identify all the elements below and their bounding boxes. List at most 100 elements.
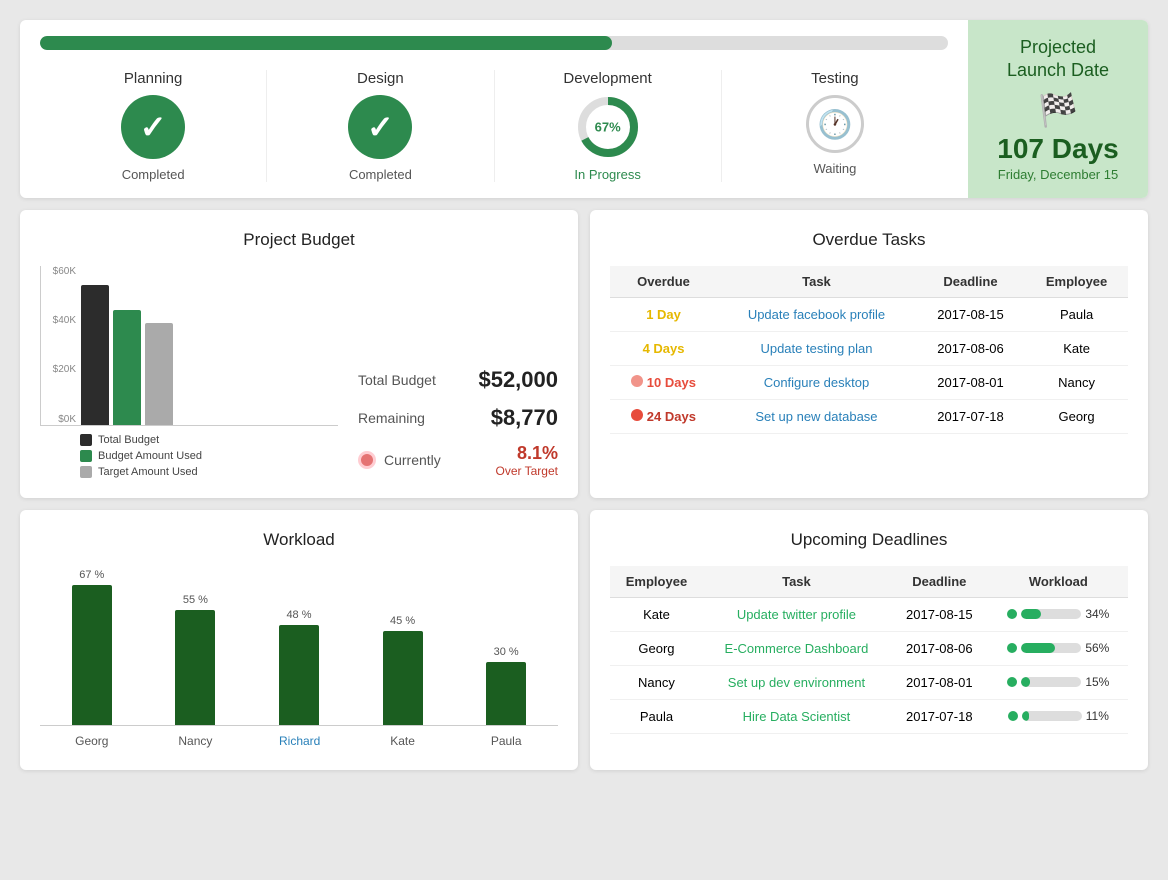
workload-title: Workload <box>40 530 558 550</box>
upcoming-table: Employee Task Deadline Workload Kate Upd… <box>610 566 1128 734</box>
task-col-header: Task <box>703 566 890 598</box>
workload-pct-label: 11% <box>1086 709 1109 723</box>
overdue-task-cell: Update testing plan <box>717 331 916 365</box>
overdue-task-link[interactable]: Update facebook profile <box>748 307 885 322</box>
overdue-days-cell: 4 Days <box>610 331 717 365</box>
workload-bar-name: Kate <box>390 734 415 748</box>
workload-bar-pct: 30 % <box>494 646 519 658</box>
budget-stats: Total Budget $52,000 Remaining $8,770 Cu… <box>358 367 558 478</box>
mini-track <box>1022 711 1082 721</box>
overdue-table-row: 10 Days Configure desktop 2017-08-01 Nan… <box>610 365 1128 399</box>
overdue-employee-cell: Georg <box>1025 399 1128 433</box>
overdue-title: Overdue Tasks <box>610 230 1128 250</box>
currently-label: Currently <box>384 452 441 468</box>
y-label-0k: $0K <box>41 414 76 425</box>
over-target-icon <box>358 451 376 469</box>
workload-pct-label: 56% <box>1085 641 1109 655</box>
workload-bar-group: 55 % <box>175 594 215 725</box>
upcoming-task-link[interactable]: E-Commerce Dashboard <box>725 641 869 656</box>
workload-bar-pct: 45 % <box>390 615 415 627</box>
launch-flag-icon: 🏁 <box>1038 91 1078 129</box>
remaining-value: $8,770 <box>491 405 558 431</box>
phase-planning-title: Planning <box>124 70 182 87</box>
bar-budget-used <box>113 310 141 425</box>
mini-fill <box>1021 643 1055 653</box>
upcoming-task-link[interactable]: Hire Data Scientist <box>743 709 851 724</box>
upcoming-title: Upcoming Deadlines <box>610 530 1128 550</box>
workload-bar-name[interactable]: Richard <box>279 734 320 748</box>
upcoming-table-row: Paula Hire Data Scientist 2017-07-18 11% <box>610 699 1128 733</box>
overdue-days-value: 1 Day <box>646 307 681 322</box>
legend-total: Total Budget <box>80 434 338 446</box>
workload-bar-name: Georg <box>75 734 108 748</box>
overdue-tasks-card: Overdue Tasks Overdue Task Deadline Empl… <box>590 210 1148 498</box>
upcoming-deadline-cell: 2017-08-06 <box>890 631 989 665</box>
mini-dot-icon <box>1007 609 1017 619</box>
budget-title: Project Budget <box>40 230 558 250</box>
overdue-task-cell: Set up new database <box>717 399 916 433</box>
employee-col-header: Employee <box>610 566 703 598</box>
upcoming-workload-cell: 15% <box>989 665 1128 699</box>
total-budget-value: $52,000 <box>478 367 558 393</box>
overdue-employee-cell: Nancy <box>1025 365 1128 399</box>
y-axis-labels: $60K $40K $20K $0K <box>41 266 76 425</box>
mini-dot-icon <box>1007 677 1017 687</box>
workload-bar-fill <box>279 625 319 725</box>
workload-bars: 67 % 55 % 48 % 45 % 30 % <box>40 566 558 726</box>
phase-planning-status: Completed <box>122 167 185 182</box>
overdue-days-value: 10 Days <box>631 375 696 390</box>
legend-target-used: Target Amount Used <box>80 466 338 478</box>
workload-bar-group: 67 % <box>72 569 112 725</box>
workload-card: Workload 67 % 55 % 48 % 45 % 30 % GeorgN… <box>20 510 578 770</box>
upcoming-task-link[interactable]: Update twitter profile <box>737 607 856 622</box>
upcoming-employee-cell: Paula <box>610 699 703 733</box>
upcoming-employee-cell: Kate <box>610 597 703 631</box>
workload-bar-group: 30 % <box>486 646 526 725</box>
upcoming-task-link[interactable]: Set up dev environment <box>728 675 865 690</box>
deadline-col-header: Deadline <box>890 566 989 598</box>
launch-date-label: ProjectedLaunch Date <box>1007 36 1109 83</box>
workload-bar-mini: 15% <box>1007 675 1109 689</box>
overdue-dot-icon <box>631 409 643 421</box>
launch-date-box: ProjectedLaunch Date 🏁 107 Days Friday, … <box>968 20 1148 198</box>
workload-chart: 67 % 55 % 48 % 45 % 30 % GeorgNancyRicha… <box>40 566 558 750</box>
over-target-label: Over Target <box>496 464 558 478</box>
upcoming-workload-cell: 34% <box>989 597 1128 631</box>
overdue-task-link[interactable]: Set up new database <box>755 409 877 424</box>
workload-bar-pct: 48 % <box>286 609 311 621</box>
overdue-days-cell: 24 Days <box>610 399 717 433</box>
donut-label: 67% <box>595 120 621 135</box>
workload-bar-mini: 11% <box>1008 709 1109 723</box>
currently-row: Currently 8.1% Over Target <box>358 443 558 478</box>
phase-testing-title: Testing <box>811 70 859 87</box>
upcoming-deadline-cell: 2017-07-18 <box>890 699 989 733</box>
overdue-task-link[interactable]: Update testing plan <box>760 341 872 356</box>
phase-planning-icon: ✓ <box>121 95 185 159</box>
workload-col-header: Workload <box>989 566 1128 598</box>
overdue-table: Overdue Task Deadline Employee 1 Day Upd… <box>610 266 1128 434</box>
overdue-task-link[interactable]: Configure desktop <box>764 375 870 390</box>
progress-bar-fill <box>40 36 612 50</box>
workload-bar-mini: 56% <box>1007 641 1109 655</box>
upcoming-table-row: Georg E-Commerce Dashboard 2017-08-06 56… <box>610 631 1128 665</box>
chart-legend: Total Budget Budget Amount Used Target A… <box>40 434 338 478</box>
overdue-table-row: 1 Day Update facebook profile 2017-08-15… <box>610 297 1128 331</box>
top-section: Planning ✓ Completed Design ✓ Completed <box>20 20 1148 198</box>
checkmark-icon: ✓ <box>367 108 394 146</box>
upcoming-task-cell: Hire Data Scientist <box>703 699 890 733</box>
phase-development-status: In Progress <box>574 167 640 182</box>
phase-planning: Planning ✓ Completed <box>40 70 267 182</box>
overdue-days-value: 24 Days <box>631 409 696 424</box>
phases-container: Planning ✓ Completed Design ✓ Completed <box>20 20 968 198</box>
overdue-deadline-cell: 2017-08-15 <box>916 297 1025 331</box>
bar-total <box>81 285 109 425</box>
remaining-label: Remaining <box>358 410 425 426</box>
phase-testing-status: Waiting <box>813 161 856 176</box>
workload-bar-group: 48 % <box>279 609 319 725</box>
mini-fill <box>1021 677 1030 687</box>
overdue-deadline-cell: 2017-08-06 <box>916 331 1025 365</box>
overdue-task-cell: Configure desktop <box>717 365 916 399</box>
overdue-dot-icon <box>631 375 643 387</box>
launch-date-text: Friday, December 15 <box>998 167 1118 182</box>
workload-bar-pct: 55 % <box>183 594 208 606</box>
